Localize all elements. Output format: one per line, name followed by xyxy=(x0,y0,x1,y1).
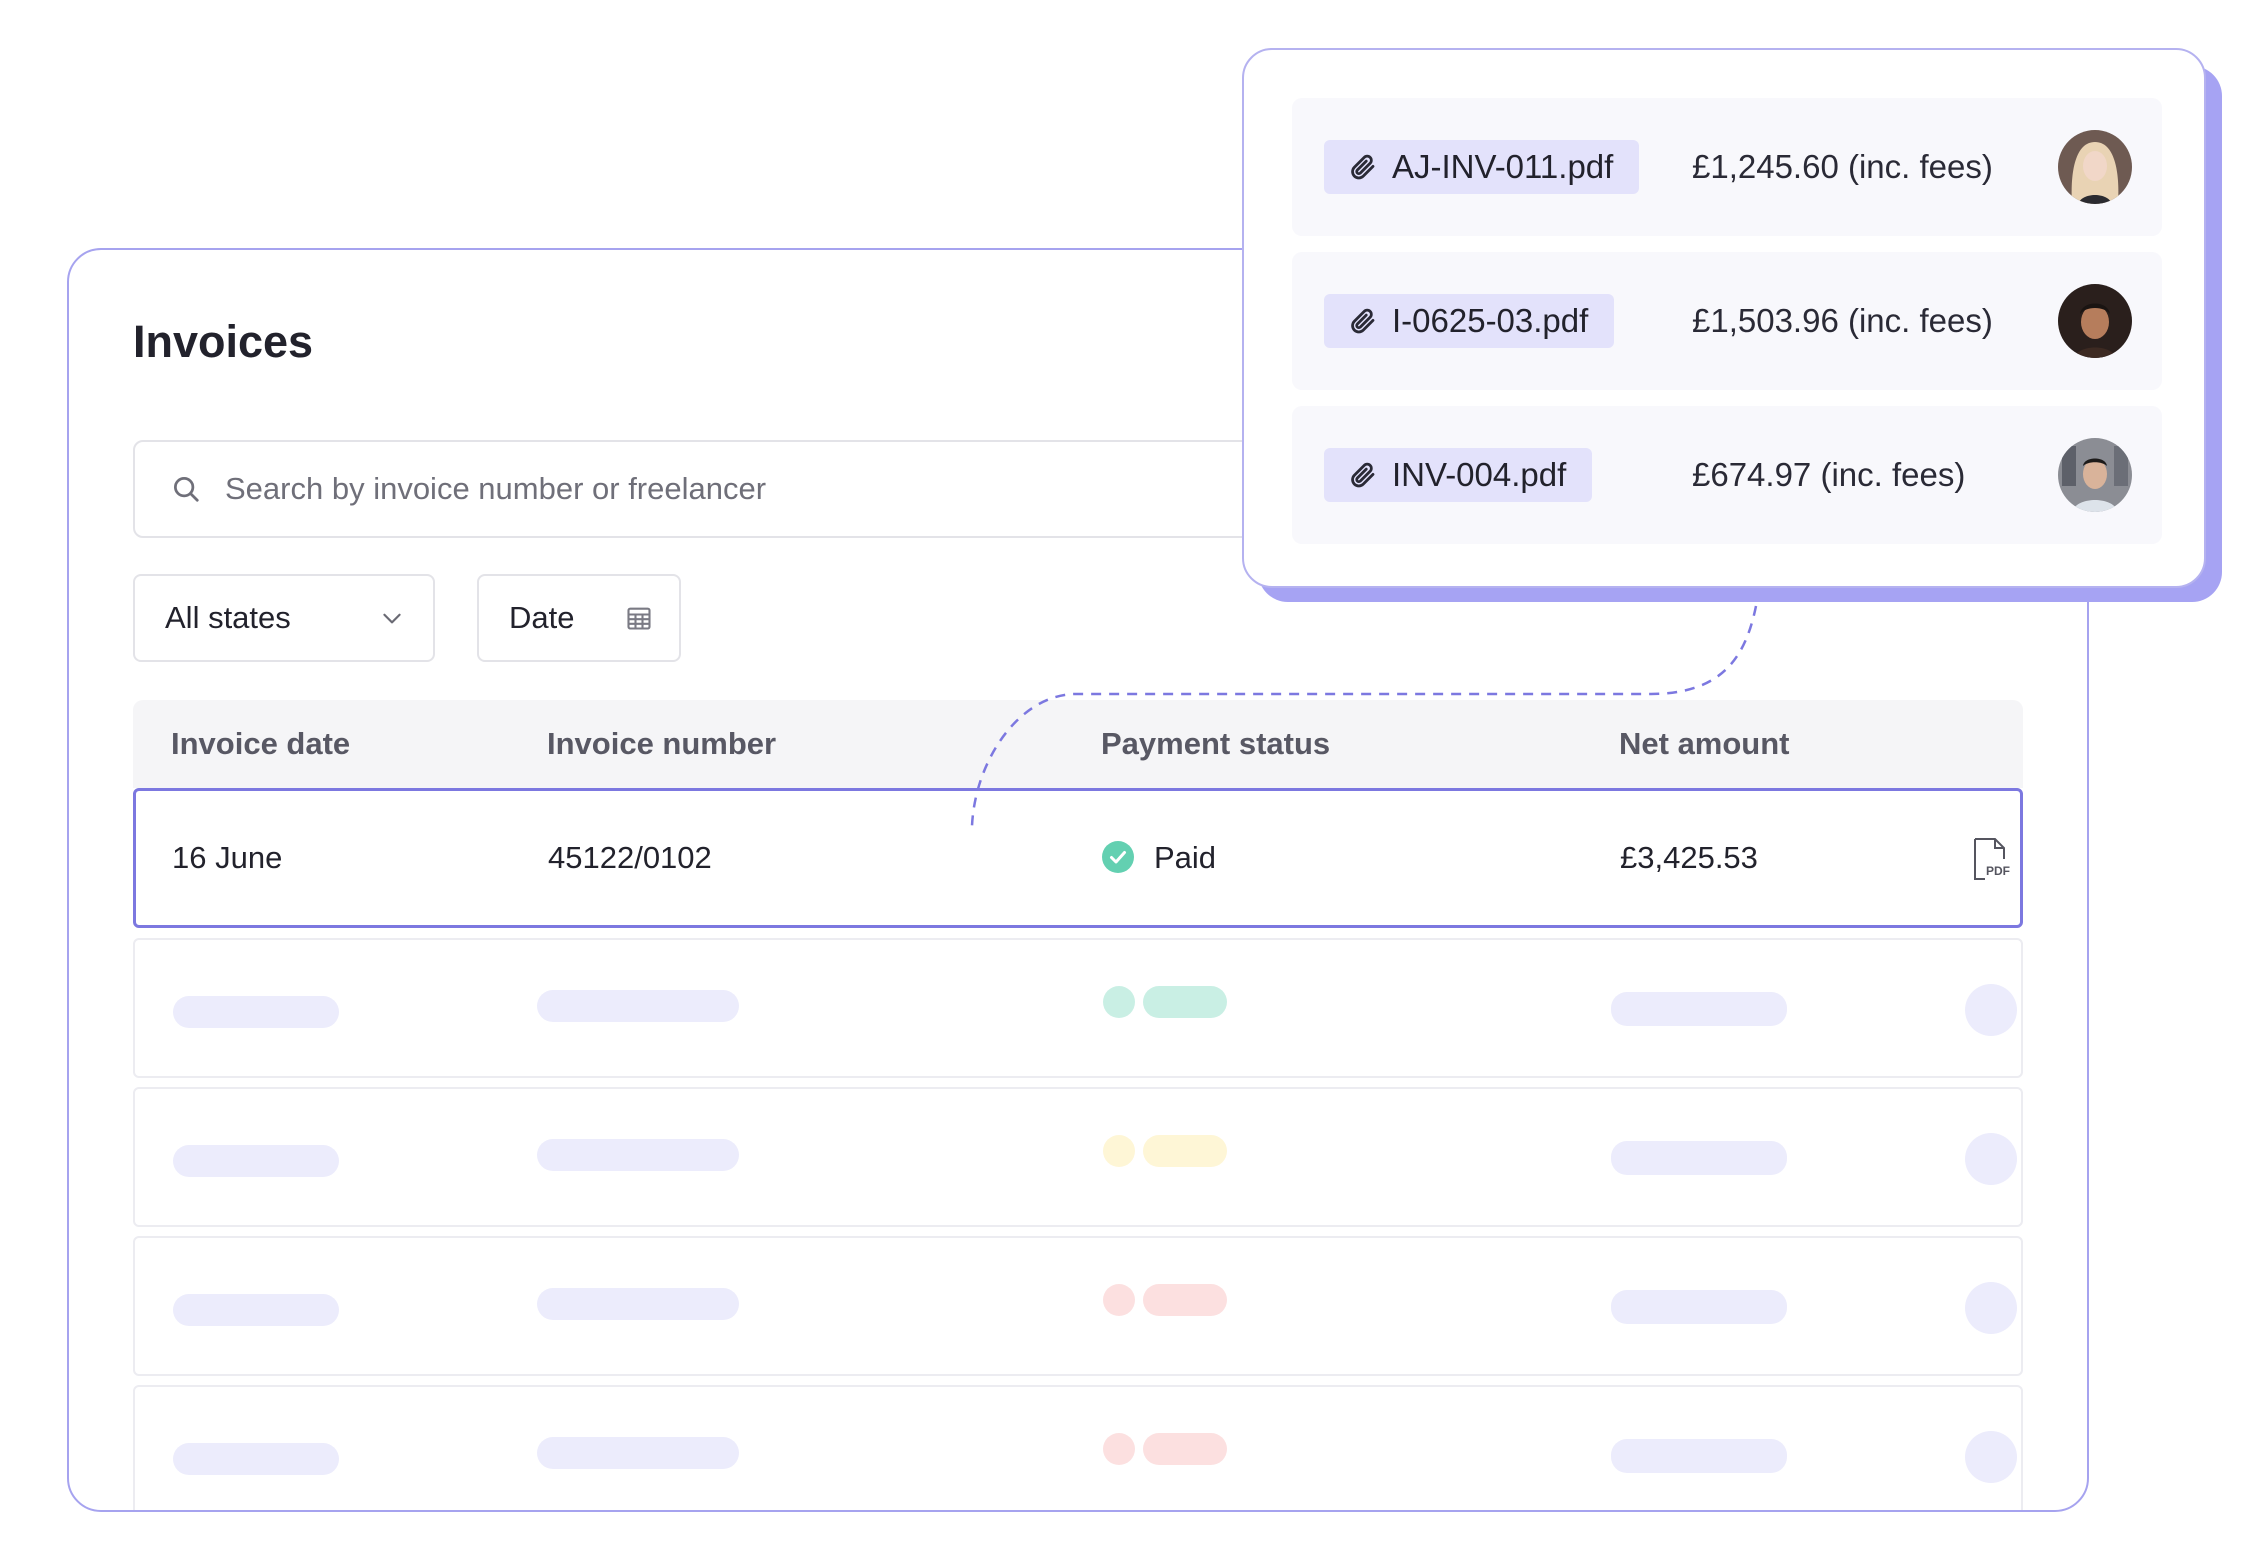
canvas: Invoices Search by invoice number or fre… xyxy=(0,0,2252,1568)
freelancer-avatar xyxy=(2058,130,2132,204)
attachment-file-name: AJ-INV-011.pdf xyxy=(1392,148,1614,185)
attachment-row[interactable]: INV-004.pdf £674.97 (inc. fees) xyxy=(1292,406,2162,544)
freelancer-avatar xyxy=(2058,438,2132,512)
attachment-file-chip[interactable]: I-0625-03.pdf xyxy=(1324,294,1615,348)
attachment-row[interactable]: I-0625-03.pdf £1,503.96 (inc. fees) xyxy=(1292,252,2162,390)
attachment-amount: £674.97 (inc. fees) xyxy=(1692,456,1966,493)
attachment-file-name: I-0625-03.pdf xyxy=(1392,302,1589,339)
attachments-popup: AJ-INV-011.pdf £1,245.60 (inc. fees) I-0… xyxy=(1242,48,2206,588)
attachment-amount: £1,503.96 (inc. fees) xyxy=(1692,302,1993,339)
attachment-file-chip[interactable]: AJ-INV-011.pdf xyxy=(1324,140,1640,194)
paperclip-icon xyxy=(1351,462,1375,488)
freelancer-avatar xyxy=(2058,284,2132,358)
attachment-file-name: INV-004.pdf xyxy=(1392,456,1567,493)
paperclip-icon xyxy=(1351,308,1375,334)
attachment-file-chip[interactable]: INV-004.pdf xyxy=(1324,448,1593,502)
attachment-amount: £1,245.60 (inc. fees) xyxy=(1692,148,1993,185)
attachment-row[interactable]: AJ-INV-011.pdf £1,245.60 (inc. fees) xyxy=(1292,98,2162,236)
paperclip-icon xyxy=(1351,154,1375,180)
